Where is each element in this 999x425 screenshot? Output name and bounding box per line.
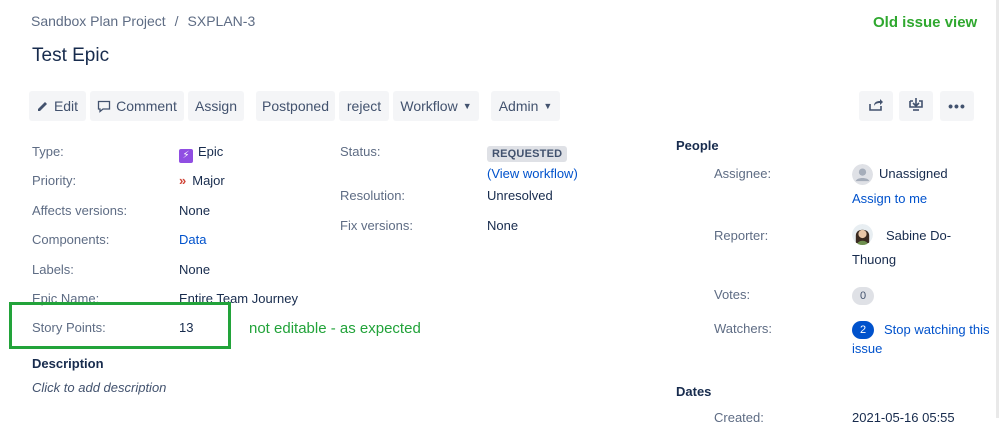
reporter-avatar	[852, 224, 873, 248]
resolution-value: Unresolved	[487, 188, 553, 203]
reporter-name-line1[interactable]: Sabine Do-	[886, 228, 951, 243]
reject-button[interactable]: reject	[339, 91, 389, 121]
breadcrumb: Sandbox Plan Project / SXPLAN-3	[31, 13, 255, 29]
assignee-value: Unassigned	[879, 166, 948, 181]
people-heading: People	[676, 138, 719, 153]
admin-label: Admin	[498, 98, 539, 114]
votes-label: Votes:	[714, 287, 751, 302]
status-lozenge-text: REQUESTED	[487, 146, 568, 162]
annotation-not-editable: not editable - as expected	[249, 320, 421, 337]
assign-button[interactable]: Assign	[188, 91, 244, 121]
type-label: Type:	[32, 144, 64, 159]
view-workflow-link[interactable]: (View workflow)	[487, 166, 578, 181]
resolution-label: Resolution:	[340, 188, 406, 203]
export-icon	[908, 97, 924, 115]
assign-to-me-link[interactable]: Assign to me	[852, 191, 927, 206]
share-icon	[868, 98, 884, 115]
components-value-link[interactable]: Data	[179, 232, 206, 247]
assignee-label: Assignee:	[714, 166, 772, 181]
avatar-photo-icon	[852, 224, 873, 245]
priority-value: » Major	[179, 173, 225, 188]
status-lozenge: REQUESTED	[487, 144, 568, 162]
dates-heading: Dates	[676, 384, 712, 399]
stop-watching-link-line2[interactable]: issue	[852, 341, 882, 356]
comment-button-label: Comment	[116, 98, 177, 114]
export-button[interactable]	[899, 91, 933, 121]
epic-icon: ⚡	[179, 149, 193, 163]
affects-versions-value: None	[179, 203, 211, 218]
edit-button-label: Edit	[53, 98, 79, 114]
workflow-label: Workflow	[400, 98, 458, 114]
description-heading: Description	[32, 356, 104, 371]
components-label: Components:	[32, 232, 110, 247]
user-icon	[852, 164, 873, 185]
labels-label: Labels:	[32, 262, 74, 277]
comment-button[interactable]: Comment	[90, 91, 184, 121]
issue-title[interactable]: Test Epic	[32, 45, 109, 67]
more-actions-button[interactable]: •••	[940, 91, 974, 121]
postponed-button[interactable]: Postponed	[256, 91, 335, 121]
breadcrumb-issue-link[interactable]: SXPLAN-3	[188, 13, 256, 29]
comment-icon	[97, 100, 111, 113]
chevron-down-icon: ▼	[543, 101, 553, 111]
reporter-label: Reporter:	[714, 228, 769, 243]
watchers-label: Watchers:	[714, 321, 773, 336]
chevron-down-icon: ▼	[462, 101, 472, 111]
priority-value-text: Major	[192, 173, 225, 188]
affects-versions-label: Affects versions:	[32, 203, 128, 218]
more-icon: •••	[948, 98, 966, 114]
fix-versions-label: Fix versions:	[340, 218, 413, 233]
status-label: Status:	[340, 144, 381, 159]
story-points-value: 13	[179, 320, 194, 335]
breadcrumb-project-link[interactable]: Sandbox Plan Project	[31, 13, 166, 29]
priority-label: Priority:	[32, 173, 77, 188]
description-placeholder[interactable]: Click to add description	[32, 380, 166, 395]
stop-watching-link-line1[interactable]: Stop watching this	[884, 322, 990, 337]
reporter-name-line2[interactable]: Thuong	[852, 252, 896, 267]
edit-button[interactable]: Edit	[29, 91, 86, 121]
watchers-badge[interactable]: 2	[852, 320, 874, 339]
pencil-icon	[37, 100, 49, 112]
votes-badge[interactable]: 0	[852, 286, 874, 305]
type-value-text: Epic	[198, 144, 224, 159]
share-button[interactable]	[859, 91, 893, 121]
labels-value: None	[179, 262, 211, 277]
annotation-old-issue-view: Old issue view	[873, 14, 978, 31]
fix-versions-value: None	[487, 218, 519, 233]
assignee-avatar	[852, 164, 873, 188]
admin-dropdown[interactable]: Admin ▼	[491, 91, 560, 121]
story-points-label: Story Points:	[32, 320, 106, 335]
breadcrumb-separator: /	[174, 13, 179, 29]
watchers-count: 2	[852, 321, 874, 339]
priority-major-icon: »	[179, 173, 187, 188]
type-value: ⚡ Epic	[179, 144, 223, 163]
workflow-dropdown[interactable]: Workflow ▼	[393, 91, 479, 121]
votes-count: 0	[852, 287, 874, 305]
